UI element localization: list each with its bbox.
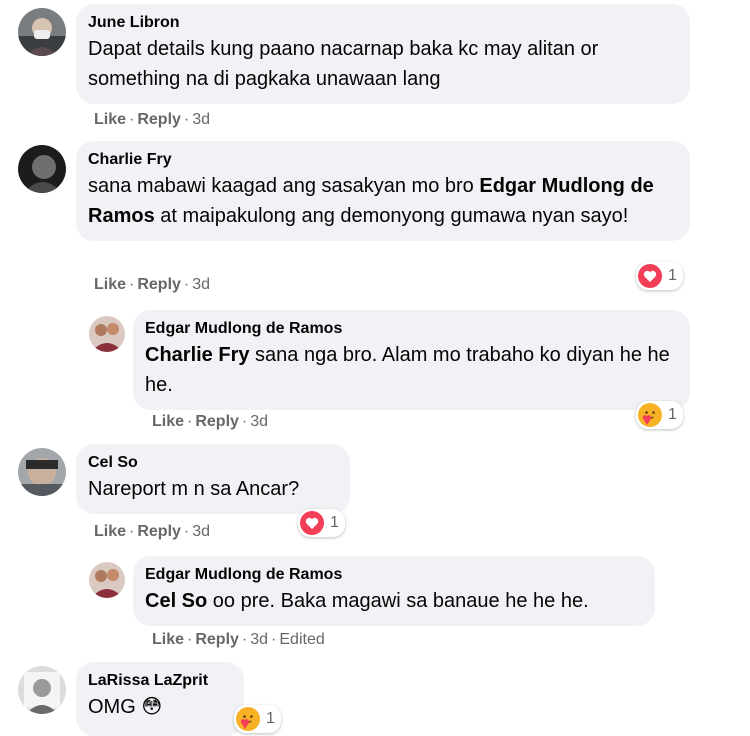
reply-button[interactable]: Reply <box>195 631 239 648</box>
comment-bubble: LaRissa LaZprit OMG 😳 <box>76 662 244 736</box>
avatar[interactable] <box>18 448 66 496</box>
reaction-count: 1 <box>668 267 677 284</box>
comment-text: Cel So oo pre. Baka magawi sa banaue he … <box>145 590 589 612</box>
avatar[interactable] <box>89 316 125 352</box>
comment-author[interactable]: LaRissa LaZprit <box>88 670 232 692</box>
comment-timestamp[interactable]: 3d <box>250 631 268 648</box>
comment-timestamp[interactable]: 3d <box>192 276 210 293</box>
comment-author[interactable]: Cel So <box>88 452 338 474</box>
comment-text: Dapat details kung paano nacarnap baka k… <box>88 38 599 90</box>
love-icon <box>638 264 662 288</box>
comment-text: sana mabawi kaagad ang sasakyan mo bro E… <box>88 175 654 227</box>
comment-actions: Like · Reply · 3d <box>152 413 269 430</box>
reaction-summary[interactable]: 1 <box>636 262 683 290</box>
reaction-summary[interactable]: 1 <box>636 401 683 429</box>
reply-button[interactable]: Reply <box>137 276 181 293</box>
like-button[interactable]: Like <box>152 413 184 430</box>
care-icon <box>236 707 260 731</box>
comment-timestamp[interactable]: 3d <box>192 523 210 540</box>
comment-text: OMG 😳 <box>88 696 163 718</box>
comment-actions: Like · Reply · 3d · Edited <box>152 631 325 648</box>
comment-actions: Like · Reply · 3d <box>94 111 211 128</box>
comment-bubble: Cel So Nareport m n sa Ancar? <box>76 444 350 514</box>
avatar[interactable] <box>18 8 66 56</box>
like-button[interactable]: Like <box>94 111 126 128</box>
comment-text: Charlie Fry sana nga bro. Alam mo trabah… <box>145 344 670 396</box>
mention-link[interactable]: Cel So <box>145 590 207 612</box>
comment-author[interactable]: Charlie Fry <box>88 149 678 171</box>
avatar[interactable] <box>18 666 66 714</box>
comment-bubble: Edgar Mudlong de Ramos Cel So oo pre. Ba… <box>133 556 655 626</box>
care-icon <box>638 403 662 427</box>
comment-bubble: Charlie Fry sana mabawi kaagad ang sasak… <box>76 141 690 241</box>
like-button[interactable]: Like <box>152 631 184 648</box>
comment-author[interactable]: Edgar Mudlong de Ramos <box>145 318 678 340</box>
comment-actions: Like · Reply · 3d <box>94 276 211 293</box>
avatar[interactable] <box>89 562 125 598</box>
like-button[interactable]: Like <box>94 523 126 540</box>
comment-timestamp[interactable]: 3d <box>250 413 268 430</box>
mention-link[interactable]: Charlie Fry <box>145 344 249 366</box>
reaction-count: 1 <box>330 514 339 531</box>
reaction-count: 1 <box>668 406 677 423</box>
reply-button[interactable]: Reply <box>195 413 239 430</box>
reaction-count: 1 <box>266 710 275 727</box>
comment-timestamp[interactable]: 3d <box>192 111 210 128</box>
comment-text: Nareport m n sa Ancar? <box>88 478 300 500</box>
reaction-summary[interactable]: 1 <box>234 705 281 733</box>
comment-bubble: June Libron Dapat details kung paano nac… <box>76 4 690 104</box>
reply-button[interactable]: Reply <box>137 523 181 540</box>
edited-label[interactable]: Edited <box>279 631 324 648</box>
comment-author[interactable]: June Libron <box>88 12 678 34</box>
comment-actions: Like · Reply · 3d <box>94 523 211 540</box>
reply-button[interactable]: Reply <box>137 111 181 128</box>
love-icon <box>300 511 324 535</box>
comment-author[interactable]: Edgar Mudlong de Ramos <box>145 564 643 586</box>
comment-bubble: Edgar Mudlong de Ramos Charlie Fry sana … <box>133 310 690 410</box>
reaction-summary[interactable]: 1 <box>298 509 345 537</box>
avatar[interactable] <box>18 145 66 193</box>
like-button[interactable]: Like <box>94 276 126 293</box>
